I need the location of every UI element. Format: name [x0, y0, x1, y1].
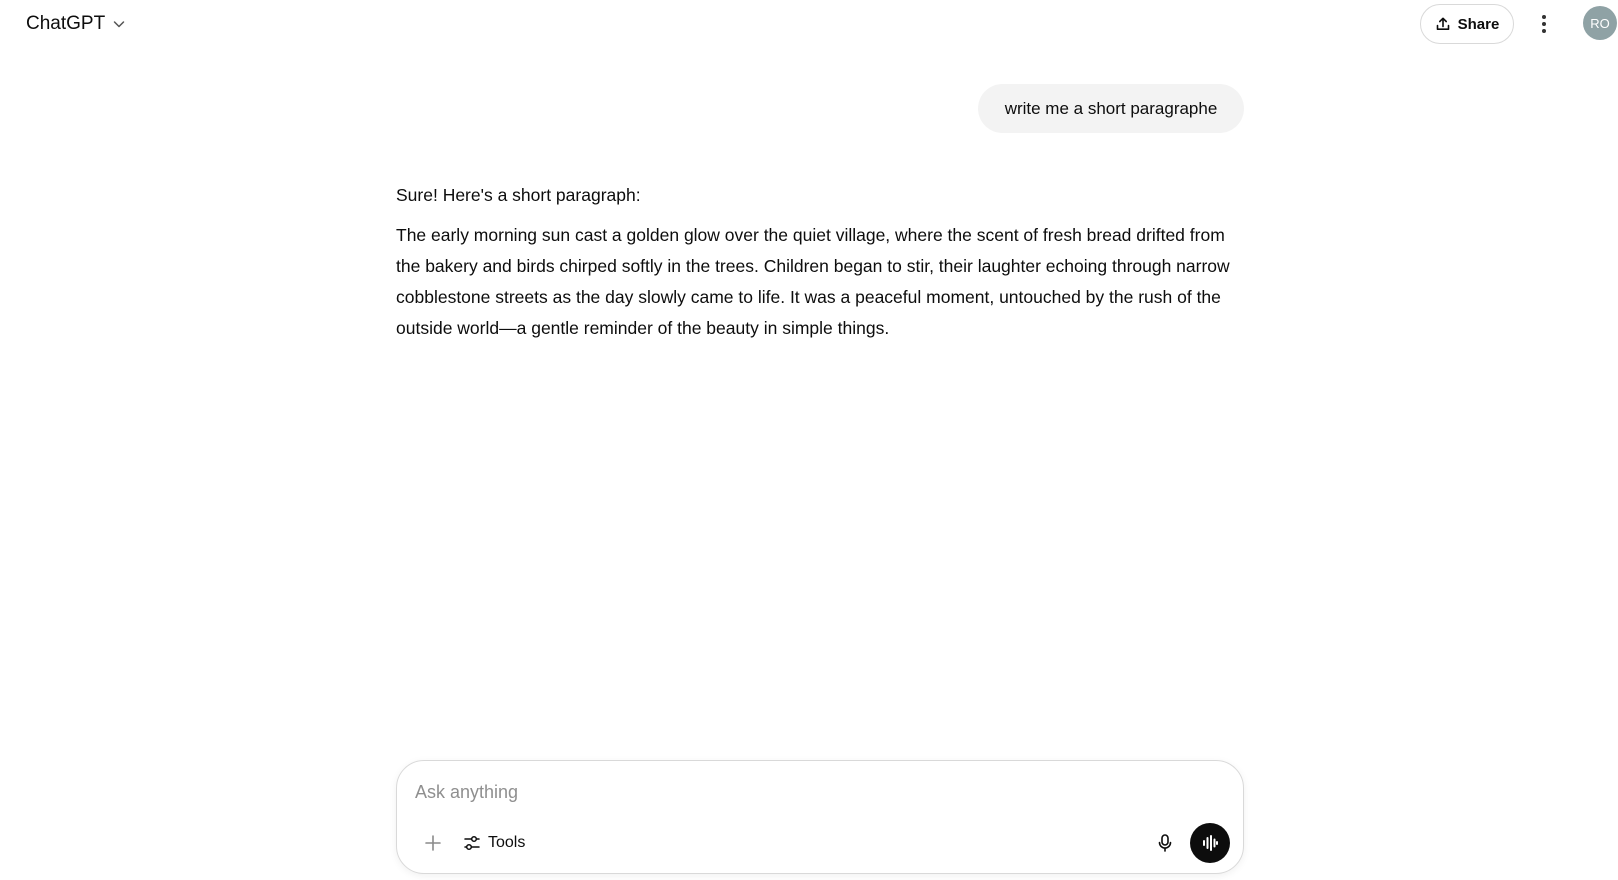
dictate-button[interactable]: [1149, 827, 1181, 859]
model-name: ChatGPT: [26, 13, 106, 34]
share-button[interactable]: Share: [1420, 4, 1514, 44]
plus-icon: [423, 833, 443, 853]
user-message-text: write me a short paragraphe: [1004, 98, 1218, 118]
microphone-icon: [1156, 833, 1174, 853]
sliders-icon: [463, 834, 481, 852]
attach-button[interactable]: [417, 827, 449, 859]
voice-mode-button[interactable]: [1190, 823, 1230, 863]
model-switcher[interactable]: ChatGPT: [14, 6, 139, 42]
prompt-input[interactable]: [415, 775, 1215, 809]
share-label: Share: [1457, 15, 1500, 33]
avatar[interactable]: RO: [1583, 6, 1617, 40]
user-message-bubble: write me a short paragraphe: [978, 84, 1244, 133]
vertical-dots-icon: [1541, 14, 1547, 34]
upload-icon: [1435, 16, 1451, 32]
assistant-paragraph: The early morning sun cast a golden glow…: [396, 225, 1230, 338]
assistant-message: Sure! Here's a short paragraph: The earl…: [396, 180, 1246, 344]
tools-label: Tools: [488, 834, 526, 851]
assistant-intro: Sure! Here's a short paragraph:: [396, 185, 641, 205]
composer: Tools: [396, 760, 1244, 874]
chevron-down-icon: [111, 16, 127, 32]
more-options-button[interactable]: [1528, 8, 1560, 40]
top-bar: ChatGPT Share RO: [0, 0, 1618, 48]
voice-waveform-icon: [1200, 833, 1220, 853]
tools-button[interactable]: Tools: [457, 827, 531, 859]
